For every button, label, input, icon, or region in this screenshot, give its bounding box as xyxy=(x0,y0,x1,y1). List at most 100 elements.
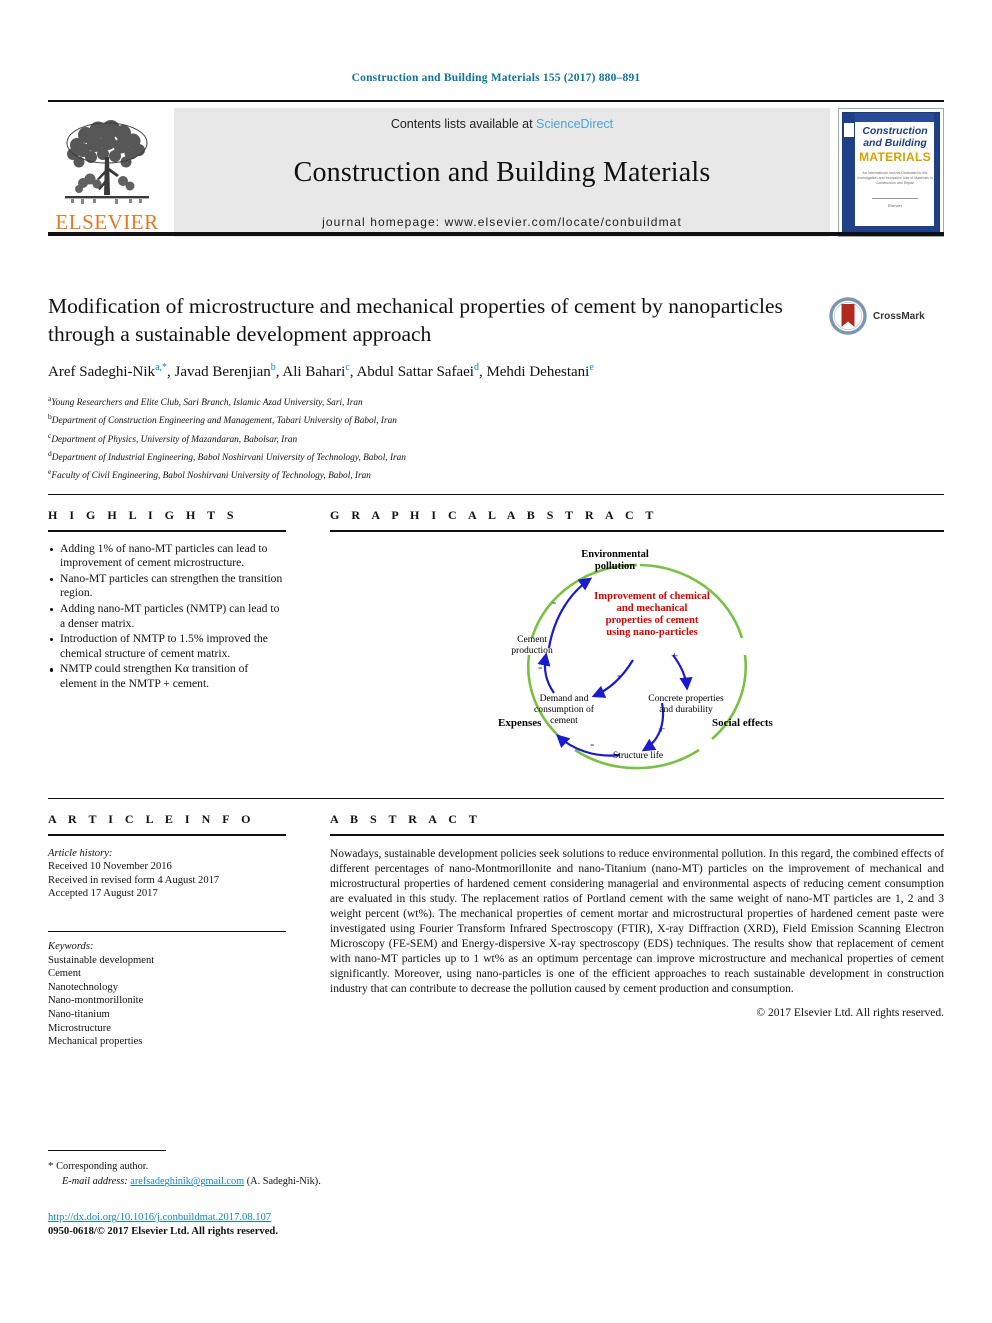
cover-line-1: Construction xyxy=(862,125,928,137)
center-callout: Improvement of chemical and mechanical p… xyxy=(594,591,710,638)
graphical-abstract-heading: G R A P H I C A L A B S T R A C T xyxy=(330,508,658,522)
node-cement-production-line1: Cement xyxy=(517,634,547,645)
author-name: Mehdi Dehestani xyxy=(486,364,590,380)
contents-prefix: Contents lists available at xyxy=(390,117,537,131)
highlights-section: H I G H L I G H T S Adding 1% of nano-MT… xyxy=(48,508,286,693)
keywords-rule xyxy=(48,930,286,932)
keyword-item: Nano-titanium xyxy=(48,1008,110,1020)
abstract-copyright: © 2017 Elsevier Ltd. All rights reserved… xyxy=(756,1006,944,1019)
journal-title: Construction and Building Materials xyxy=(293,157,711,188)
svg-text:-: - xyxy=(552,594,556,609)
article-history-list: Received 10 November 2016 Received in rev… xyxy=(48,860,286,901)
journal-cover-thumbnail: Construction and Building MATERIALS An I… xyxy=(838,108,944,237)
elsevier-logo: ELSEVIER xyxy=(48,108,166,237)
affiliation-item: dDepartment of Industrial Engineering, B… xyxy=(48,448,406,463)
crossmark-icon xyxy=(829,297,867,335)
node-concrete-line2: and durability xyxy=(659,704,713,715)
keyword-item: Nanotechnology xyxy=(48,981,119,993)
corresponding-author-text: Corresponding author. xyxy=(56,1161,149,1173)
article-info-heading-rule xyxy=(48,834,286,836)
highlights-list: Adding 1% of nano-MT particles can lead … xyxy=(48,542,286,692)
node-demand-line3: cement xyxy=(550,715,578,726)
cover-blurb: An International Journal Dedicated to th… xyxy=(857,171,933,185)
crossmark-label: CrossMark xyxy=(873,310,925,322)
node-labels: Environmental pollution Cement productio… xyxy=(498,549,773,761)
article-history-item: Received 10 November 2016 xyxy=(48,861,172,873)
center-line-4: using nano-particles xyxy=(606,627,698,638)
page-footer: * Corresponding author. E-mail address: … xyxy=(48,1150,508,1239)
node-demand-line2: consumption of xyxy=(534,704,595,715)
corresponding-author-note: * Corresponding author. E-mail address: … xyxy=(48,1159,508,1189)
center-line-1: Improvement of chemical xyxy=(594,591,710,602)
crossmark-badge[interactable]: CrossMark xyxy=(828,292,932,340)
abstract-heading-rule xyxy=(330,834,944,836)
highlight-item: Nano-MT particles can strengthen the tra… xyxy=(48,572,286,601)
footnote-rule xyxy=(48,1150,166,1152)
node-concrete-line1: Concrete properties xyxy=(648,693,724,704)
article-info-heading: A R T I C L E I N F O xyxy=(48,812,255,826)
highlight-item: Adding 1% of nano-MT particles can lead … xyxy=(48,542,286,571)
article-info-section: A R T I C L E I N F O Article history: R… xyxy=(48,812,286,1049)
author-affiliation-mark: b xyxy=(270,362,276,373)
title-block: Modification of microstructure and mecha… xyxy=(48,292,818,483)
svg-text:-: - xyxy=(617,667,621,682)
cover-line-3: MATERIALS xyxy=(859,150,931,164)
article-history-item: Received in revised form 4 August 2017 xyxy=(48,874,220,886)
node-cement-production-line2: production xyxy=(511,645,553,656)
center-line-3: properties of cement xyxy=(606,615,699,626)
author-name: Ali Bahari xyxy=(282,364,346,380)
affiliation-item: bDepartment of Construction Engineering … xyxy=(48,412,397,427)
keyword-item: Mechanical properties xyxy=(48,1036,143,1048)
keywords-block: Keywords: Sustainable development Cement N… xyxy=(48,940,286,1049)
article-history-label: Article history: xyxy=(48,847,113,859)
author-affiliation-mark: a,* xyxy=(155,362,168,373)
cover-publisher: Elsevier xyxy=(887,203,903,208)
sciencedirect-link[interactable]: ScienceDirect xyxy=(536,117,613,131)
doi-link[interactable]: http://dx.doi.org/10.1016/j.conbuildmat.… xyxy=(48,1211,508,1225)
highlights-heading-rule xyxy=(48,530,286,532)
author-affiliation-mark: d xyxy=(473,362,479,373)
keyword-item: Sustainable development xyxy=(48,954,155,966)
journal-masthead: ELSEVIER Contents lists available at Sci… xyxy=(48,100,944,237)
author-list: Aref Sadeghi-Nika,*, Javad Berenjianb, A… xyxy=(48,362,594,380)
contents-line: Contents lists available at ScienceDirec… xyxy=(391,117,613,131)
node-social-effects: Social effects xyxy=(712,717,773,729)
footnote-asterisk: * xyxy=(48,1160,54,1173)
center-line-2: and mechanical xyxy=(617,603,688,614)
abstract-section: A B S T R A C T Nowadays, sustainable de… xyxy=(330,812,944,1019)
sciencedirect-banner: Contents lists available at ScienceDirec… xyxy=(174,108,830,237)
journal-homepage[interactable]: journal homepage: www.elsevier.com/locat… xyxy=(322,215,682,229)
affiliation-list: aYoung Researchers and Elite Club, Sari … xyxy=(48,392,818,483)
articleinfo-section-rule xyxy=(48,798,944,799)
author-name: Abdul Sattar Safaei xyxy=(356,364,474,380)
node-structure-life: Structure life xyxy=(613,750,663,761)
node-demand-line1: Demand and xyxy=(540,693,589,704)
graphical-abstract-section: G R A P H I C A L A B S T R A C T - - - … xyxy=(330,508,944,792)
email-line: E-mail address: arefsadeghinik@gmail.com… xyxy=(48,1174,508,1189)
graphical-abstract-figure: - - - + + - Environmental pollution Ceme… xyxy=(330,542,944,792)
node-expenses: Expenses xyxy=(498,717,542,729)
keyword-item: Microstructure xyxy=(48,1022,111,1034)
keyword-item: Nano-montmorillonite xyxy=(48,995,144,1007)
elsevier-tree-icon xyxy=(65,120,149,204)
node-top-line2: pollution xyxy=(595,561,635,572)
affiliation-item: eFaculty of Civil Engineering, Babol Nos… xyxy=(48,467,371,482)
running-head: Construction and Building Materials 155 … xyxy=(351,72,641,84)
masthead-bottom-rule xyxy=(48,232,944,236)
highlights-section-rule xyxy=(48,494,944,495)
keywords-list: Sustainable development Cement Nanotechnol… xyxy=(48,954,286,1049)
keywords-label: Keywords: xyxy=(48,940,94,952)
highlight-item: Adding nano-MT particles (NMTP) can lead… xyxy=(48,602,286,631)
abstract-body: Nowadays, sustainable development polici… xyxy=(330,847,944,996)
author-name: Aref Sadeghi-Nik xyxy=(48,364,156,380)
highlight-item: Introduction of NMTP to 1.5% improved th… xyxy=(48,632,286,661)
affiliation-item: cDepartment of Physics, University of Ma… xyxy=(48,430,298,445)
svg-text:-: - xyxy=(538,659,542,674)
highlights-heading: H I G H L I G H T S xyxy=(48,508,239,522)
causal-loop-diagram: - - - + + - Environmental pollution Ceme… xyxy=(498,549,773,770)
paper-page: Construction and Building Materials 155 … xyxy=(0,0,992,1323)
email-link[interactable]: arefsadeghinik@gmail.com xyxy=(130,1176,244,1187)
doi-block: http://dx.doi.org/10.1016/j.conbuildmat.… xyxy=(48,1211,508,1239)
keyword-item: Cement xyxy=(48,968,81,980)
svg-text:+: + xyxy=(671,648,678,663)
